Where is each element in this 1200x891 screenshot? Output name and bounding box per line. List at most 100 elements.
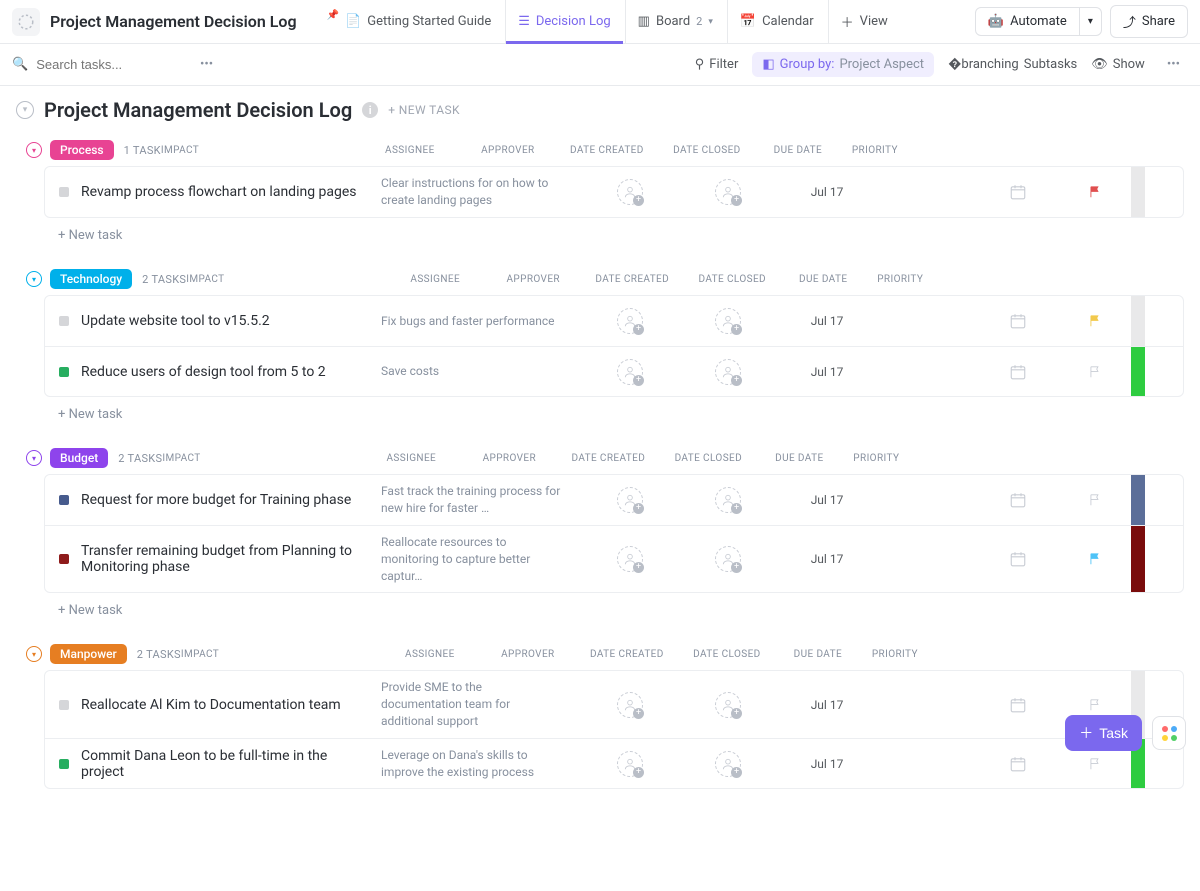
- subtasks-button[interactable]: �branching Subtasks: [948, 57, 1077, 72]
- assignee-avatar[interactable]: +: [617, 546, 643, 572]
- info-icon[interactable]: i: [362, 102, 378, 118]
- status-square[interactable]: [59, 495, 69, 505]
- col-header-due-date[interactable]: DUE DATE: [782, 274, 864, 285]
- collapse-all-toggle[interactable]: ▾: [16, 101, 34, 119]
- assignee-avatar[interactable]: +: [715, 179, 741, 205]
- group-by-button[interactable]: ◧ Group by: Project Aspect: [752, 52, 934, 77]
- col-header-due-date[interactable]: DUE DATE: [757, 145, 839, 156]
- status-square[interactable]: [59, 316, 69, 326]
- calendar-icon[interactable]: [1009, 491, 1027, 509]
- status-square[interactable]: [59, 759, 69, 769]
- col-header-priority[interactable]: PRIORITY: [859, 649, 931, 660]
- col-header-date-created[interactable]: DATE CREATED: [577, 649, 677, 660]
- assignee-avatar[interactable]: +: [715, 359, 741, 385]
- status-square[interactable]: [59, 554, 69, 564]
- assignee-avatar[interactable]: +: [715, 546, 741, 572]
- col-header-date-created[interactable]: DATE CREATED: [557, 145, 657, 156]
- search-box[interactable]: 🔍: [12, 57, 192, 72]
- col-header-assignee[interactable]: ASSIGNEE: [362, 453, 460, 464]
- col-header-date-closed[interactable]: DATE CLOSED: [677, 649, 777, 660]
- more-options[interactable]: •••: [192, 53, 221, 76]
- priority-flag-icon[interactable]: [1088, 552, 1102, 566]
- col-header-impact[interactable]: IMPACT: [181, 649, 381, 660]
- new-task-in-group[interactable]: + New task: [16, 397, 1184, 426]
- tab-decision-log[interactable]: ☰ Decision Log: [505, 0, 622, 43]
- calendar-icon[interactable]: [1009, 312, 1027, 330]
- status-square[interactable]: [59, 187, 69, 197]
- new-task-in-group[interactable]: + New task: [16, 593, 1184, 622]
- group-name-pill[interactable]: Process: [50, 140, 114, 160]
- col-header-due-date[interactable]: DUE DATE: [777, 649, 859, 660]
- col-header-priority[interactable]: PRIORITY: [839, 145, 911, 156]
- tab-add-view[interactable]: ＋ View: [828, 0, 900, 43]
- col-header-date-created[interactable]: DATE CREATED: [582, 274, 682, 285]
- calendar-icon[interactable]: [1009, 755, 1027, 773]
- assignee-avatar[interactable]: +: [617, 487, 643, 513]
- calendar-icon[interactable]: [1009, 696, 1027, 714]
- calendar-icon[interactable]: [1009, 550, 1027, 568]
- status-square[interactable]: [59, 700, 69, 710]
- group-collapse-toggle[interactable]: ▾: [26, 142, 42, 158]
- col-header-approver[interactable]: APPROVER: [460, 453, 558, 464]
- task-row[interactable]: Revamp process flowchart on landing page…: [45, 167, 1183, 217]
- col-header-impact[interactable]: IMPACT: [162, 453, 362, 464]
- assignee-avatar[interactable]: +: [617, 692, 643, 718]
- assignee-avatar[interactable]: +: [617, 359, 643, 385]
- task-row[interactable]: Reallocate Al Kim to Documentation team …: [45, 671, 1183, 737]
- automate-button[interactable]: 🤖 Automate: [975, 7, 1080, 36]
- priority-flag-icon[interactable]: [1088, 314, 1102, 328]
- create-task-button[interactable]: ＋ Task: [1065, 715, 1142, 751]
- task-row[interactable]: Transfer remaining budget from Planning …: [45, 525, 1183, 592]
- assignee-avatar[interactable]: +: [715, 487, 741, 513]
- search-input[interactable]: [36, 57, 176, 72]
- automate-dropdown[interactable]: ▾: [1079, 7, 1102, 36]
- tab-getting-started[interactable]: 📌 📄 Getting Started Guide: [315, 0, 504, 43]
- priority-flag-icon[interactable]: [1088, 365, 1102, 379]
- apps-button[interactable]: [1152, 716, 1186, 750]
- group-collapse-toggle[interactable]: ▾: [26, 450, 42, 466]
- col-header-date-closed[interactable]: DATE CLOSED: [657, 145, 757, 156]
- group-collapse-toggle[interactable]: ▾: [26, 646, 42, 662]
- toolbar-more[interactable]: •••: [1159, 53, 1188, 76]
- group-name-pill[interactable]: Budget: [50, 448, 108, 468]
- share-button[interactable]: ⤴ Share: [1110, 5, 1188, 38]
- col-header-due-date[interactable]: DUE DATE: [758, 453, 840, 464]
- group-name-pill[interactable]: Manpower: [50, 644, 127, 664]
- calendar-icon[interactable]: [1009, 183, 1027, 201]
- priority-flag-icon[interactable]: [1088, 757, 1102, 771]
- show-button[interactable]: 👁 Show: [1091, 57, 1145, 72]
- new-task-header-button[interactable]: + NEW TASK: [388, 103, 460, 117]
- col-header-date-created[interactable]: DATE CREATED: [558, 453, 658, 464]
- task-row[interactable]: Update website tool to v15.5.2 Fix bugs …: [45, 296, 1183, 346]
- tab-board[interactable]: ▥ Board 2 ▾: [625, 0, 725, 43]
- assignee-avatar[interactable]: +: [617, 308, 643, 334]
- col-header-impact[interactable]: IMPACT: [161, 145, 361, 156]
- assignee-avatar[interactable]: +: [617, 179, 643, 205]
- col-header-assignee[interactable]: ASSIGNEE: [386, 274, 484, 285]
- assignee-avatar[interactable]: +: [715, 751, 741, 777]
- col-header-date-closed[interactable]: DATE CLOSED: [682, 274, 782, 285]
- assignee-avatar[interactable]: +: [715, 692, 741, 718]
- col-header-assignee[interactable]: ASSIGNEE: [361, 145, 459, 156]
- task-row[interactable]: Request for more budget for Training pha…: [45, 475, 1183, 525]
- col-header-priority[interactable]: PRIORITY: [864, 274, 936, 285]
- col-header-approver[interactable]: APPROVER: [484, 274, 582, 285]
- filter-button[interactable]: ⚲ Filter: [695, 57, 739, 72]
- task-row[interactable]: Commit Dana Leon to be full-time in the …: [45, 738, 1183, 789]
- col-header-approver[interactable]: APPROVER: [459, 145, 557, 156]
- group-name-pill[interactable]: Technology: [50, 269, 132, 289]
- calendar-icon[interactable]: [1009, 363, 1027, 381]
- status-square[interactable]: [59, 367, 69, 377]
- assignee-avatar[interactable]: +: [617, 751, 643, 777]
- priority-flag-icon[interactable]: [1088, 698, 1102, 712]
- task-row[interactable]: Reduce users of design tool from 5 to 2 …: [45, 346, 1183, 396]
- priority-flag-icon[interactable]: [1088, 493, 1102, 507]
- col-header-date-closed[interactable]: DATE CLOSED: [658, 453, 758, 464]
- col-header-assignee[interactable]: ASSIGNEE: [381, 649, 479, 660]
- priority-flag-icon[interactable]: [1088, 185, 1102, 199]
- col-header-priority[interactable]: PRIORITY: [840, 453, 912, 464]
- new-task-in-group[interactable]: + New task: [16, 218, 1184, 247]
- tab-calendar[interactable]: 📅 Calendar: [727, 0, 826, 43]
- col-header-approver[interactable]: APPROVER: [479, 649, 577, 660]
- group-collapse-toggle[interactable]: ▾: [26, 271, 42, 287]
